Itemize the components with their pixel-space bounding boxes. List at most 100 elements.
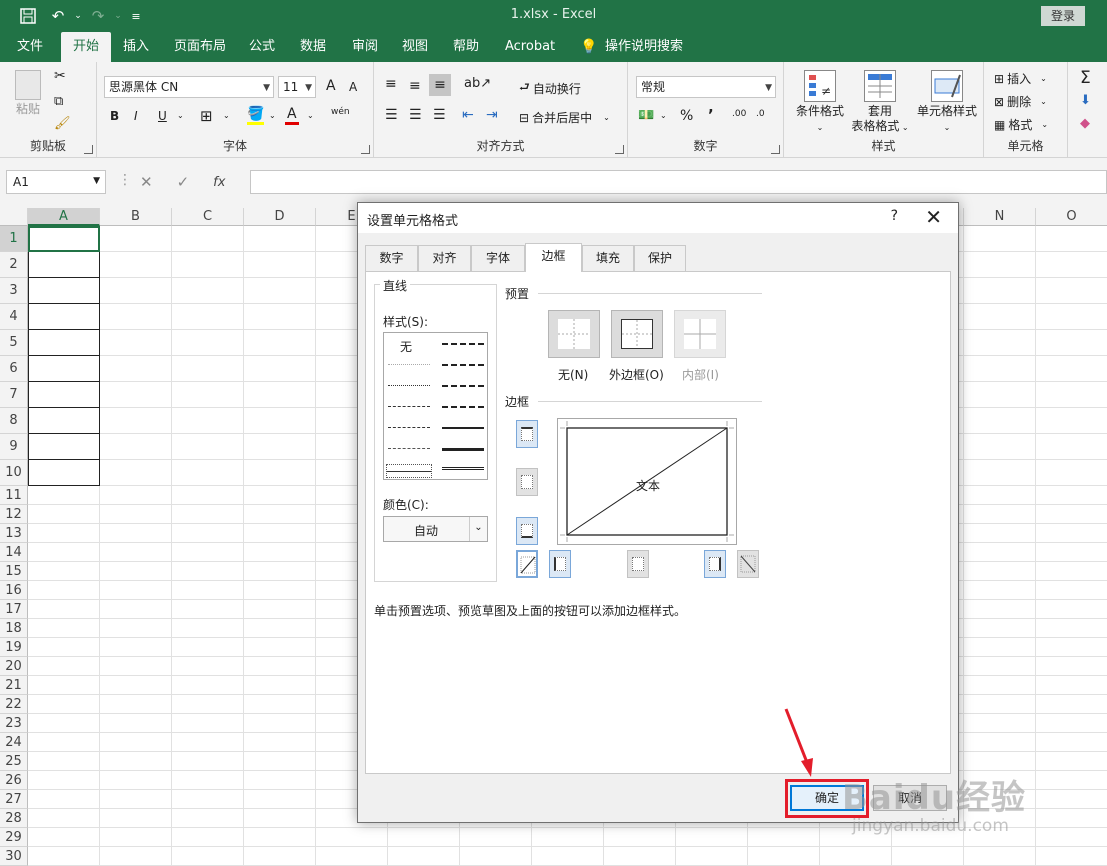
cell-J30[interactable]: [676, 847, 748, 866]
row-header-26[interactable]: 26: [0, 771, 28, 790]
cell-A15[interactable]: [28, 562, 100, 581]
cell-N16[interactable]: [964, 581, 1036, 600]
chevron-down-icon[interactable]: ⌄: [269, 111, 276, 120]
font-color-icon[interactable]: A: [285, 106, 299, 125]
autosum-icon[interactable]: Σ: [1080, 68, 1091, 88]
cell-A2[interactable]: [28, 252, 100, 278]
cell-O30[interactable]: [1036, 847, 1107, 866]
cell-N6[interactable]: [964, 356, 1036, 382]
column-header-O[interactable]: O: [1036, 208, 1107, 226]
cell-D12[interactable]: [244, 505, 316, 524]
login-button[interactable]: 登录: [1041, 6, 1085, 26]
cell-B22[interactable]: [100, 695, 172, 714]
cell-F30[interactable]: [388, 847, 460, 866]
line-style-thick[interactable]: [442, 448, 484, 451]
cell-O11[interactable]: [1036, 486, 1107, 505]
percent-style-button[interactable]: %: [680, 108, 693, 124]
row-header-19[interactable]: 19: [0, 638, 28, 657]
cell-G30[interactable]: [460, 847, 532, 866]
tab-fill[interactable]: 填充: [582, 245, 634, 271]
cell-M30[interactable]: [892, 847, 964, 866]
cell-C11[interactable]: [172, 486, 244, 505]
cell-A11[interactable]: [28, 486, 100, 505]
cell-A7[interactable]: [28, 382, 100, 408]
fill-color-icon[interactable]: 🪣: [247, 106, 265, 125]
row-header-24[interactable]: 24: [0, 733, 28, 752]
cell-O18[interactable]: [1036, 619, 1107, 638]
cell-A23[interactable]: [28, 714, 100, 733]
color-dropdown[interactable]: 自动 ⌄: [383, 516, 488, 542]
cell-styles-button[interactable]: 单元格样式 ⌄: [908, 70, 986, 135]
cell-C22[interactable]: [172, 695, 244, 714]
row-header-3[interactable]: 3: [0, 278, 28, 304]
cell-L30[interactable]: [820, 847, 892, 866]
cell-D6[interactable]: [244, 356, 316, 382]
line-style-dash-dot[interactable]: [388, 427, 430, 428]
cell-O21[interactable]: [1036, 676, 1107, 695]
cell-N1[interactable]: [964, 226, 1036, 252]
border-left-button[interactable]: [549, 550, 571, 578]
cell-C25[interactable]: [172, 752, 244, 771]
cell-D17[interactable]: [244, 600, 316, 619]
bold-button[interactable]: B: [110, 109, 119, 123]
font-name-select[interactable]: 思源黑体 CN ▼: [104, 76, 274, 98]
cell-O28[interactable]: [1036, 809, 1107, 828]
cell-F29[interactable]: [388, 828, 460, 847]
chevron-down-icon[interactable]: ⌄: [660, 111, 667, 120]
line-style-medium-dash-dot-dot[interactable]: [442, 343, 484, 345]
cell-A20[interactable]: [28, 657, 100, 676]
decrease-decimal-icon[interactable]: .0: [756, 109, 765, 119]
font-size-select[interactable]: 11 ▼: [278, 76, 316, 98]
cell-D25[interactable]: [244, 752, 316, 771]
cell-B29[interactable]: [100, 828, 172, 847]
cell-C30[interactable]: [172, 847, 244, 866]
phonetic-guide-icon[interactable]: wén: [331, 107, 350, 117]
cell-C4[interactable]: [172, 304, 244, 330]
border-bottom-button[interactable]: [516, 517, 538, 545]
cell-N21[interactable]: [964, 676, 1036, 695]
line-style-thin[interactable]: [386, 464, 432, 478]
cell-B2[interactable]: [100, 252, 172, 278]
cell-A8[interactable]: [28, 408, 100, 434]
align-bottom-icon[interactable]: ≡: [429, 74, 451, 96]
cell-C13[interactable]: [172, 524, 244, 543]
line-style-dotted[interactable]: [388, 385, 430, 386]
row-header-17[interactable]: 17: [0, 600, 28, 619]
insert-function-icon[interactable]: fx: [213, 175, 225, 190]
cell-N3[interactable]: [964, 278, 1036, 304]
cell-E29[interactable]: [316, 828, 388, 847]
cell-N25[interactable]: [964, 752, 1036, 771]
cell-C15[interactable]: [172, 562, 244, 581]
row-header-7[interactable]: 7: [0, 382, 28, 408]
cell-K29[interactable]: [748, 828, 820, 847]
cell-O14[interactable]: [1036, 543, 1107, 562]
line-style-double[interactable]: [442, 467, 484, 470]
cancel-entry-icon[interactable]: ✕: [140, 173, 153, 191]
grow-font-button[interactable]: A: [326, 78, 336, 94]
align-middle-icon[interactable]: ≡: [409, 78, 421, 94]
cell-B18[interactable]: [100, 619, 172, 638]
cell-D28[interactable]: [244, 809, 316, 828]
cell-O23[interactable]: [1036, 714, 1107, 733]
italic-button[interactable]: I: [134, 109, 138, 123]
tab-page-layout[interactable]: 页面布局: [174, 32, 226, 62]
line-style-none[interactable]: 无: [400, 338, 412, 355]
cell-C5[interactable]: [172, 330, 244, 356]
cell-D9[interactable]: [244, 434, 316, 460]
cell-B16[interactable]: [100, 581, 172, 600]
tell-me-search[interactable]: 操作说明搜索: [605, 32, 683, 62]
cell-J29[interactable]: [676, 828, 748, 847]
number-launcher-icon[interactable]: [771, 145, 780, 154]
cell-A14[interactable]: [28, 543, 100, 562]
cell-D8[interactable]: [244, 408, 316, 434]
cell-N24[interactable]: [964, 733, 1036, 752]
cell-A18[interactable]: [28, 619, 100, 638]
cell-D19[interactable]: [244, 638, 316, 657]
align-center-icon[interactable]: ☰: [409, 107, 422, 123]
merge-center-button[interactable]: ⊟ 合并后居中 ⌄: [519, 109, 610, 126]
cell-K30[interactable]: [748, 847, 820, 866]
cell-D22[interactable]: [244, 695, 316, 714]
cell-O20[interactable]: [1036, 657, 1107, 676]
name-box[interactable]: A1 ▼: [6, 170, 106, 194]
cell-B3[interactable]: [100, 278, 172, 304]
